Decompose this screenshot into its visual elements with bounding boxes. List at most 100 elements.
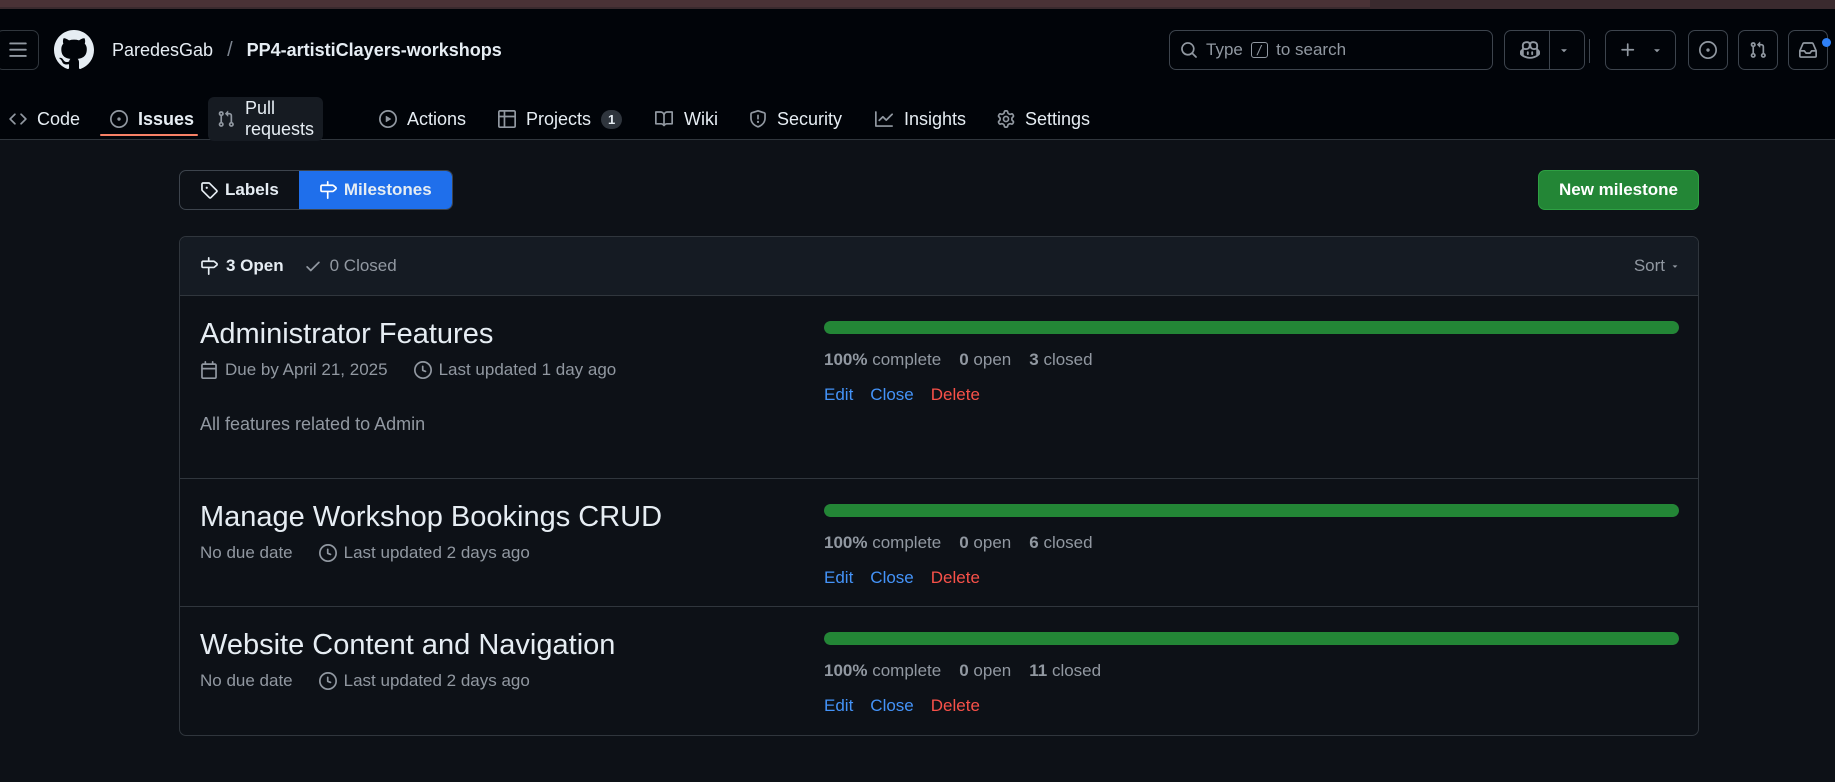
milestone-due: Due by April 21, 2025 [225,360,388,379]
tab-label: Projects [526,108,592,129]
milestone-stats: 100% complete 0 open 6 closed [824,533,1093,553]
git-pull-request-icon [218,110,234,127]
tab-settings[interactable]: Settings [988,97,1099,141]
book-icon [655,111,674,127]
shield-icon [750,110,766,128]
milestone-title[interactable]: Manage Workshop Bookings CRUD [200,501,662,534]
milestone-item: Manage Workshop Bookings CRUD No due dat… [180,479,1698,607]
edit-link[interactable]: Edit [824,568,853,588]
milestone-icon [319,181,337,199]
tab-label: Issues [138,108,195,129]
milestone-updated: Last updated 2 days ago [343,671,530,690]
closed-label[interactable]: closed [1043,533,1092,552]
tab-label: Security [777,108,843,129]
delete-link[interactable]: Delete [931,385,980,405]
milestone-due: No due date [200,543,293,562]
closed-count-value: 6 [1029,533,1039,552]
milestone-item: Website Content and Navigation No due da… [180,607,1698,735]
edit-link[interactable]: Edit [824,385,853,405]
complete-label: complete [872,533,942,552]
labels-milestones-toggle: Labels Milestones [179,170,453,210]
milestones-label: Milestones [343,180,432,199]
delete-link[interactable]: Delete [931,568,980,588]
edit-link[interactable]: Edit [824,696,853,716]
open-filter[interactable]: 3 Open [200,256,284,276]
github-logo-icon[interactable] [54,30,94,70]
milestone-icon [201,257,218,275]
tab-projects[interactable]: Projects 1 [489,97,631,141]
chevron-down-icon [1561,49,1567,53]
chevron-down-icon [1672,265,1678,268]
tab-insights[interactable]: Insights [865,97,975,141]
open-count-value: 0 [959,533,969,552]
tab-security[interactable]: Security [740,97,851,141]
header-divider [1589,39,1590,63]
browser-top-strip [0,0,1835,9]
closed-filter[interactable]: 0 Closed [304,256,397,276]
tag-icon [201,182,218,199]
open-count-value: 0 [959,661,969,680]
repo-name-link[interactable]: PP4-artistiClayers-workshops [247,40,502,61]
milestone-meta: No due date Last updated 2 days ago [200,671,530,691]
delete-link[interactable]: Delete [931,696,980,716]
code-icon [9,113,27,125]
search-input[interactable]: Type / to search [1169,30,1493,70]
graph-icon [875,111,893,127]
close-link[interactable]: Close [870,385,913,405]
inbox-icon [1799,42,1817,58]
percent-value: 100% [824,661,868,680]
tab-pull-requests[interactable]: Pull requests [208,97,324,141]
repo-owner-link[interactable]: ParedesGab [112,40,213,61]
chevron-down-icon [1653,49,1660,53]
menu-button[interactable] [0,30,39,70]
search-placeholder-suffix: to search [1276,40,1347,59]
issues-button[interactable] [1688,30,1728,70]
milestone-actions: Edit Close Delete [824,568,980,588]
play-icon [379,110,397,128]
milestone-description: All features related to Admin [200,414,426,434]
inbox-button[interactable] [1788,30,1828,70]
milestone-updated: Last updated 2 days ago [343,543,530,562]
tab-actions[interactable]: Actions [370,97,475,141]
search-placeholder-prefix: Type [1206,40,1243,59]
close-link[interactable]: Close [870,696,913,716]
milestone-meta: Due by April 21, 2025 Last updated 1 day… [200,360,616,380]
milestones-list: 3 Open 0 Closed Sort Administrator Featu… [179,236,1699,736]
percent-value: 100% [824,533,868,552]
tab-label: Actions [407,108,467,129]
milestones-button[interactable]: Milestones [298,171,452,209]
closed-count-label: 0 Closed [329,256,397,275]
open-label[interactable]: open [973,533,1011,552]
sort-dropdown[interactable]: Sort [1634,256,1680,276]
milestone-item: Administrator Features Due by April 21, … [180,296,1698,479]
tab-label: Insights [904,108,967,129]
open-label[interactable]: open [973,661,1011,680]
closed-label[interactable]: closed [1043,350,1092,369]
milestone-progress-bar [824,504,1679,517]
close-link[interactable]: Close [870,568,913,588]
copilot-icon [1520,41,1540,59]
tab-code[interactable]: Code [0,97,89,141]
closed-label[interactable]: closed [1052,661,1101,680]
copilot-button[interactable] [1504,30,1585,70]
tab-label: Settings [1025,108,1091,129]
clock-icon [318,672,337,690]
active-tab-indicator [100,134,198,136]
plus-icon [1620,43,1634,57]
tab-wiki[interactable]: Wiki [645,97,727,141]
milestone-due: No due date [200,671,293,690]
open-label[interactable]: open [973,350,1011,369]
table-icon [498,110,516,128]
labels-button[interactable]: Labels [180,171,299,209]
clock-icon [318,544,337,562]
milestone-title[interactable]: Website Content and Navigation [200,629,615,662]
create-new-button[interactable] [1605,30,1676,70]
tab-label: Code [37,108,81,129]
sort-label: Sort [1633,256,1665,275]
milestone-title[interactable]: Administrator Features [200,318,493,351]
new-milestone-button[interactable]: New milestone [1538,170,1699,210]
pull-requests-button[interactable] [1738,30,1778,70]
labels-label: Labels [225,180,279,199]
notification-dot [1822,38,1831,47]
milestone-actions: Edit Close Delete [824,385,980,405]
